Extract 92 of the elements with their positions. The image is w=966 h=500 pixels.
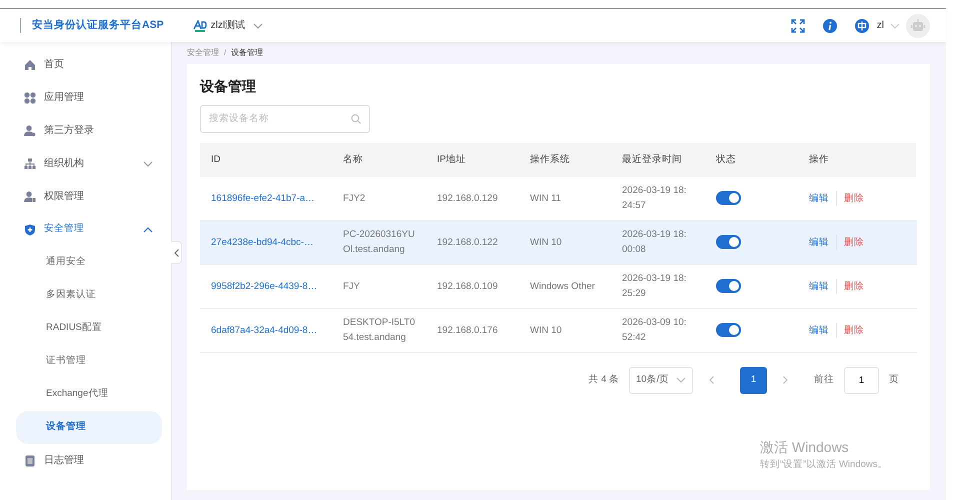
delete-link[interactable]: 删除 bbox=[837, 190, 871, 206]
table-row[interactable]: 9958f2b2-296e-4439-8… FJY 192.168.0.109 Windows Other 2026-03-19 18:25:29 编辑 删除 bbox=[200, 264, 917, 309]
edit-link[interactable]: 编辑 bbox=[809, 322, 837, 338]
page-title: 设备管理 bbox=[200, 78, 257, 95]
org-chart-icon bbox=[24, 158, 36, 170]
sidebar-subitem[interactable]: 设备管理 bbox=[16, 411, 162, 444]
table-cell-text: FJY bbox=[343, 280, 361, 294]
tenant-name[interactable]: zlzl测试 bbox=[210, 18, 246, 33]
info-icon[interactable] bbox=[822, 18, 837, 32]
shield-icon bbox=[24, 224, 36, 236]
table-cell-text: 2026-03-19 18:25:29 bbox=[622, 272, 688, 302]
status-toggle[interactable] bbox=[716, 323, 741, 338]
table-row[interactable]: 27e4238e-bd94-4cbc-… PC-20260316YUOl.test.andang 192.168.0.122 WIN 10 2026-03-19 18:00:08 编辑 删除 bbox=[200, 220, 917, 265]
sidebar-item[interactable]: 组织机构 bbox=[0, 147, 171, 180]
sidebar-subitem[interactable]: 多因素认证 bbox=[16, 279, 162, 312]
edit-link[interactable]: 编辑 bbox=[809, 190, 837, 206]
sidebar-item[interactable]: 首页 bbox=[0, 48, 171, 81]
column-header: 操作 bbox=[798, 142, 916, 177]
table-cell-text: 192.168.0.109 bbox=[437, 280, 498, 294]
column-header: 状态 bbox=[705, 142, 798, 177]
sidebar-item[interactable]: 日志管理 bbox=[0, 444, 171, 477]
sidebar-subitem[interactable]: 证书管理 bbox=[16, 345, 162, 378]
chevron-left-icon bbox=[709, 376, 714, 384]
user-key-icon bbox=[24, 190, 36, 202]
column-header: 名称 bbox=[332, 142, 426, 177]
status-toggle[interactable] bbox=[716, 235, 741, 250]
user-icon bbox=[24, 124, 36, 136]
table-cell-text: 2026-03-19 18:00:08 bbox=[622, 228, 688, 258]
sidebar-subitem[interactable]: RADIUS配置 bbox=[16, 312, 162, 345]
user-name[interactable]: zl bbox=[876, 18, 884, 33]
device-id-link[interactable]: 9958f2b2-296e-4439-8… bbox=[211, 278, 318, 294]
table-row[interactable]: 6daf87a4-32a4-4d09-8… DESKTOP-I5LT054.test.andang 192.168.0.176 WIN 10 2026-03-09 10:52:42 编辑 删除 bbox=[200, 308, 917, 353]
activation-title: 激活 Windows bbox=[760, 438, 850, 457]
page-button[interactable]: 1 bbox=[740, 366, 767, 394]
table-cell-text: WIN 11 bbox=[530, 192, 561, 206]
table-cell-text: 2026-03-09 10:52:42 bbox=[622, 316, 688, 346]
delete-link[interactable]: 删除 bbox=[837, 234, 871, 250]
table-cell-text: 192.168.0.122 bbox=[437, 236, 498, 250]
table-cell-text: FJY2 bbox=[343, 192, 366, 206]
breadcrumb-separator: / bbox=[224, 47, 226, 59]
sidebar-subitem[interactable]: 通用安全 bbox=[16, 246, 162, 279]
page-input[interactable]: 1 bbox=[844, 366, 879, 394]
logo-icon bbox=[192, 20, 207, 32]
chevron-right-icon bbox=[783, 376, 788, 384]
chevron-left-icon bbox=[174, 248, 178, 256]
delete-link[interactable]: 删除 bbox=[837, 278, 871, 294]
table-cell-text: WIN 10 bbox=[530, 324, 562, 338]
goto-label: 前往 bbox=[814, 373, 834, 388]
edit-link[interactable]: 编辑 bbox=[809, 234, 837, 250]
chevron-icon[interactable] bbox=[143, 226, 153, 232]
log-icon bbox=[24, 454, 36, 466]
column-header: ID bbox=[200, 142, 332, 177]
page-size-select[interactable]: 10条/页 bbox=[629, 366, 693, 394]
total-count: 共 4 条 bbox=[588, 373, 619, 388]
home-icon bbox=[24, 58, 36, 70]
status-toggle[interactable] bbox=[716, 191, 741, 206]
sidebar-subitem[interactable]: Exchange代理 bbox=[16, 378, 162, 411]
brand-title: 安当身份认证服务平台ASP bbox=[20, 18, 164, 34]
search-icon bbox=[351, 114, 361, 124]
device-id-link[interactable]: 27e4238e-bd94-4cbc-… bbox=[211, 234, 314, 250]
column-header: 操作系统 bbox=[519, 142, 611, 177]
chevron-icon[interactable] bbox=[253, 22, 264, 28]
apps-icon bbox=[24, 92, 36, 104]
chevron-icon[interactable] bbox=[143, 160, 153, 166]
sidebar-item[interactable]: 第三方登录 bbox=[0, 114, 171, 147]
sidebar-item[interactable]: 应用管理 bbox=[0, 81, 171, 114]
breadcrumb-link[interactable]: 安全管理 bbox=[187, 47, 219, 59]
table-cell-text: 192.168.0.129 bbox=[437, 192, 498, 206]
column-header: 最近登录时间 bbox=[611, 142, 705, 177]
page-suffix: 页 bbox=[889, 373, 899, 388]
search-field[interactable]: 搜索设备名称 bbox=[200, 104, 370, 133]
avatar-icon bbox=[906, 14, 930, 38]
device-id-link[interactable]: 161896fe-efe2-41b7-a… bbox=[211, 190, 315, 206]
table-cell-text: DESKTOP-I5LT054.test.andang bbox=[343, 316, 416, 346]
activation-subtitle: 转到“设置”以激活 Windows。 bbox=[760, 458, 888, 472]
column-header: IP地址 bbox=[426, 142, 519, 177]
device-id-link[interactable]: 6daf87a4-32a4-4d09-8… bbox=[211, 322, 318, 338]
table-cell-text: WIN 10 bbox=[530, 236, 562, 250]
language-icon[interactable] bbox=[854, 18, 869, 32]
status-toggle[interactable] bbox=[716, 279, 741, 294]
sidebar-item[interactable]: 权限管理 bbox=[0, 180, 171, 213]
table-cell-text: 2026-03-19 18:24:57 bbox=[622, 184, 688, 214]
table-cell-text: Windows Other bbox=[530, 280, 595, 294]
chevron-icon bbox=[676, 377, 686, 384]
breadcrumb-current: 设备管理 bbox=[231, 47, 264, 59]
table-cell-text: PC-20260316YUOl.test.andang bbox=[343, 228, 416, 258]
table-cell-text: 192.168.0.176 bbox=[437, 324, 498, 338]
sidebar-item[interactable]: 安全管理 bbox=[0, 213, 171, 246]
fullscreen-icon[interactable] bbox=[790, 18, 805, 32]
delete-link[interactable]: 删除 bbox=[837, 322, 871, 338]
edit-link[interactable]: 编辑 bbox=[809, 278, 837, 294]
collapse-button[interactable] bbox=[171, 241, 182, 264]
